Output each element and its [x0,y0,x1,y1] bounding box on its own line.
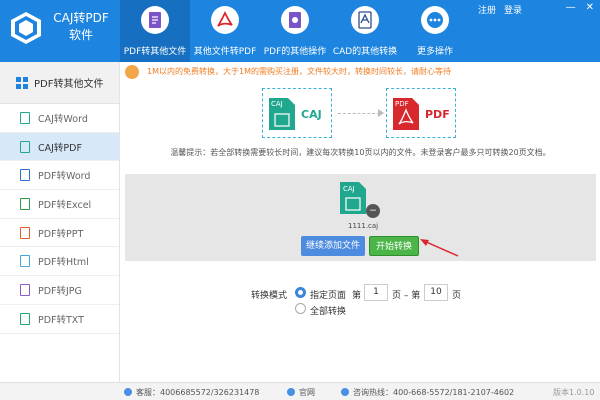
nav-label: CAD的其他转换 [332,47,398,57]
flow-arrow-line [338,113,380,114]
target-label: PDF [425,108,450,121]
page-suffix: 页 [452,291,462,301]
register-link[interactable]: 注册 [478,3,496,16]
excel-file-icon [20,197,30,210]
word-file-icon [20,169,30,182]
account-links: 注册 登录 [478,3,522,16]
sidebar-item-label: PDF转TXT [38,314,84,326]
page-from-prefix: 第 [352,291,362,301]
page-to-input[interactable]: 10 [424,284,448,301]
file-item[interactable]: CAJ − [340,182,384,222]
target-format-card: PDF PDF [386,88,456,138]
title-bar: CAJ转PDF软件 PDF转其他文件 其他文件转PDF PDF的其他操作 CAD… [0,0,600,62]
hint-text: 温馨提示：若全部转换需要较长时间，建议每次转换10页以内的文件。未登录客户最多只… [170,148,551,157]
support-info: 客服：4006685572/326231478 [124,387,259,398]
notice-bar: 1M以内的免费转换，大于1M的需购买注册，文件较大时，转换时间较长，请耐心等待 [121,62,600,80]
cad-icon [351,6,379,34]
version-label: 版本1.0.10 [553,388,595,397]
more-icon [421,6,449,34]
sidebar-item-label: PDF转Excel [38,199,92,211]
grid-icon [16,76,28,89]
window-controls: — ✕ [566,2,594,13]
page-range-separator: 页 – 第 [392,291,421,301]
sidebar-item-pdf-jpg[interactable]: PDF转JPG [0,276,119,305]
html-file-icon [20,255,30,268]
sidebar-item-label: PDF转Word [38,171,91,183]
arrow-right-icon [378,109,384,117]
sidebar-header-label: PDF转其他文件 [34,79,104,90]
globe-icon [287,388,295,396]
nav-pdf-other-ops[interactable]: PDF的其他操作 [260,0,330,62]
sidebar-item-pdf-html[interactable]: PDF转Html [0,247,119,277]
start-convert-button[interactable]: 开始转换 [369,236,419,256]
sidebar-item-pdf-excel[interactable]: PDF转Excel [0,190,119,219]
caj-file-icon [20,140,30,153]
target-badge: PDF [395,100,409,108]
all-pages-label: 全部转换 [310,307,347,317]
caj-file-icon [20,111,30,124]
sidebar-item-label: PDF转Html [38,257,89,269]
sidebar-item-label: PDF转PPT [38,228,84,240]
app-logo-icon [11,12,41,44]
mode-label: 转换模式 [251,291,288,301]
nav-other-to-pdf[interactable]: 其他文件转PDF [190,0,260,62]
pdf-convert-icon [141,6,169,34]
website-link[interactable]: 官网 [287,387,315,398]
nav-label: PDF的其他操作 [263,47,327,57]
sidebar-item-label: CAJ转Word [38,113,88,125]
sidebar-item-pdf-word[interactable]: PDF转Word [0,161,119,191]
source-format-card: CAJ CAJ [262,88,332,138]
file-badge: CAJ [343,185,355,193]
hotline-info: 咨询热线：400-668-5572/181-2107-4602 [341,387,514,398]
radio-specified-pages[interactable] [295,287,306,298]
acrobat-icon [211,6,239,34]
sidebar-item-label: PDF转JPG [38,285,82,297]
app-title: CAJ转PDF软件 [53,11,109,42]
page-from-input[interactable]: 1 [364,284,388,301]
minimize-button[interactable]: — [566,2,576,13]
pointer-arrow-icon [420,239,459,257]
nav-more-ops[interactable]: 更多操作 [400,0,470,62]
sidebar-item-pdf-txt[interactable]: PDF转TXT [0,305,119,334]
image-file-icon [20,283,30,296]
notice-text: 1M以内的免费转换，大于1M的需购买注册，文件较大时，转换时间较长，请耐心等待 [147,67,451,76]
radio-all-pages[interactable] [295,303,306,314]
nav-pdf-to-other[interactable]: PDF转其他文件 [120,0,190,62]
nav-cad-convert[interactable]: CAD的其他转换 [330,0,400,62]
qq-icon [124,388,132,396]
sidebar-item-pdf-ppt[interactable]: PDF转PPT [0,219,119,248]
footer-bar: 客服：4006685572/326231478 官网 咨询热线：400-668-… [121,382,600,400]
footer-sidebar-strip [0,382,121,400]
add-file-button[interactable]: 继续添加文件 [301,236,365,256]
main-nav: PDF转其他文件 其他文件转PDF PDF的其他操作 CAD的其他转换 更多操作 [120,0,470,62]
sidebar-item-caj-pdf[interactable]: CAJ转PDF [0,132,119,162]
sidebar-item-label: CAJ转PDF [38,142,82,154]
file-name: 1111.caj [348,222,379,230]
login-link[interactable]: 登录 [504,3,522,16]
sidebar-header[interactable]: PDF转其他文件 [0,62,119,104]
specified-pages-label: 指定页面 [310,291,347,301]
ppt-file-icon [20,226,30,239]
sidebar-item-caj-word[interactable]: CAJ转Word [0,104,119,133]
source-badge: CAJ [271,100,283,108]
remove-file-icon[interactable]: − [366,204,380,218]
mascot-icon [125,65,139,79]
nav-label: 更多操作 [416,47,453,57]
nav-label: 其他文件转PDF [193,47,257,57]
sidebar: PDF转其他文件 CAJ转Word CAJ转PDF PDF转Word PDF转E… [0,62,120,384]
close-button[interactable]: ✕ [586,2,594,13]
phone-icon [341,388,349,396]
txt-file-icon [20,312,30,325]
source-label: CAJ [301,108,322,121]
pdf-tools-icon [281,6,309,34]
nav-label: PDF转其他文件 [123,47,187,57]
